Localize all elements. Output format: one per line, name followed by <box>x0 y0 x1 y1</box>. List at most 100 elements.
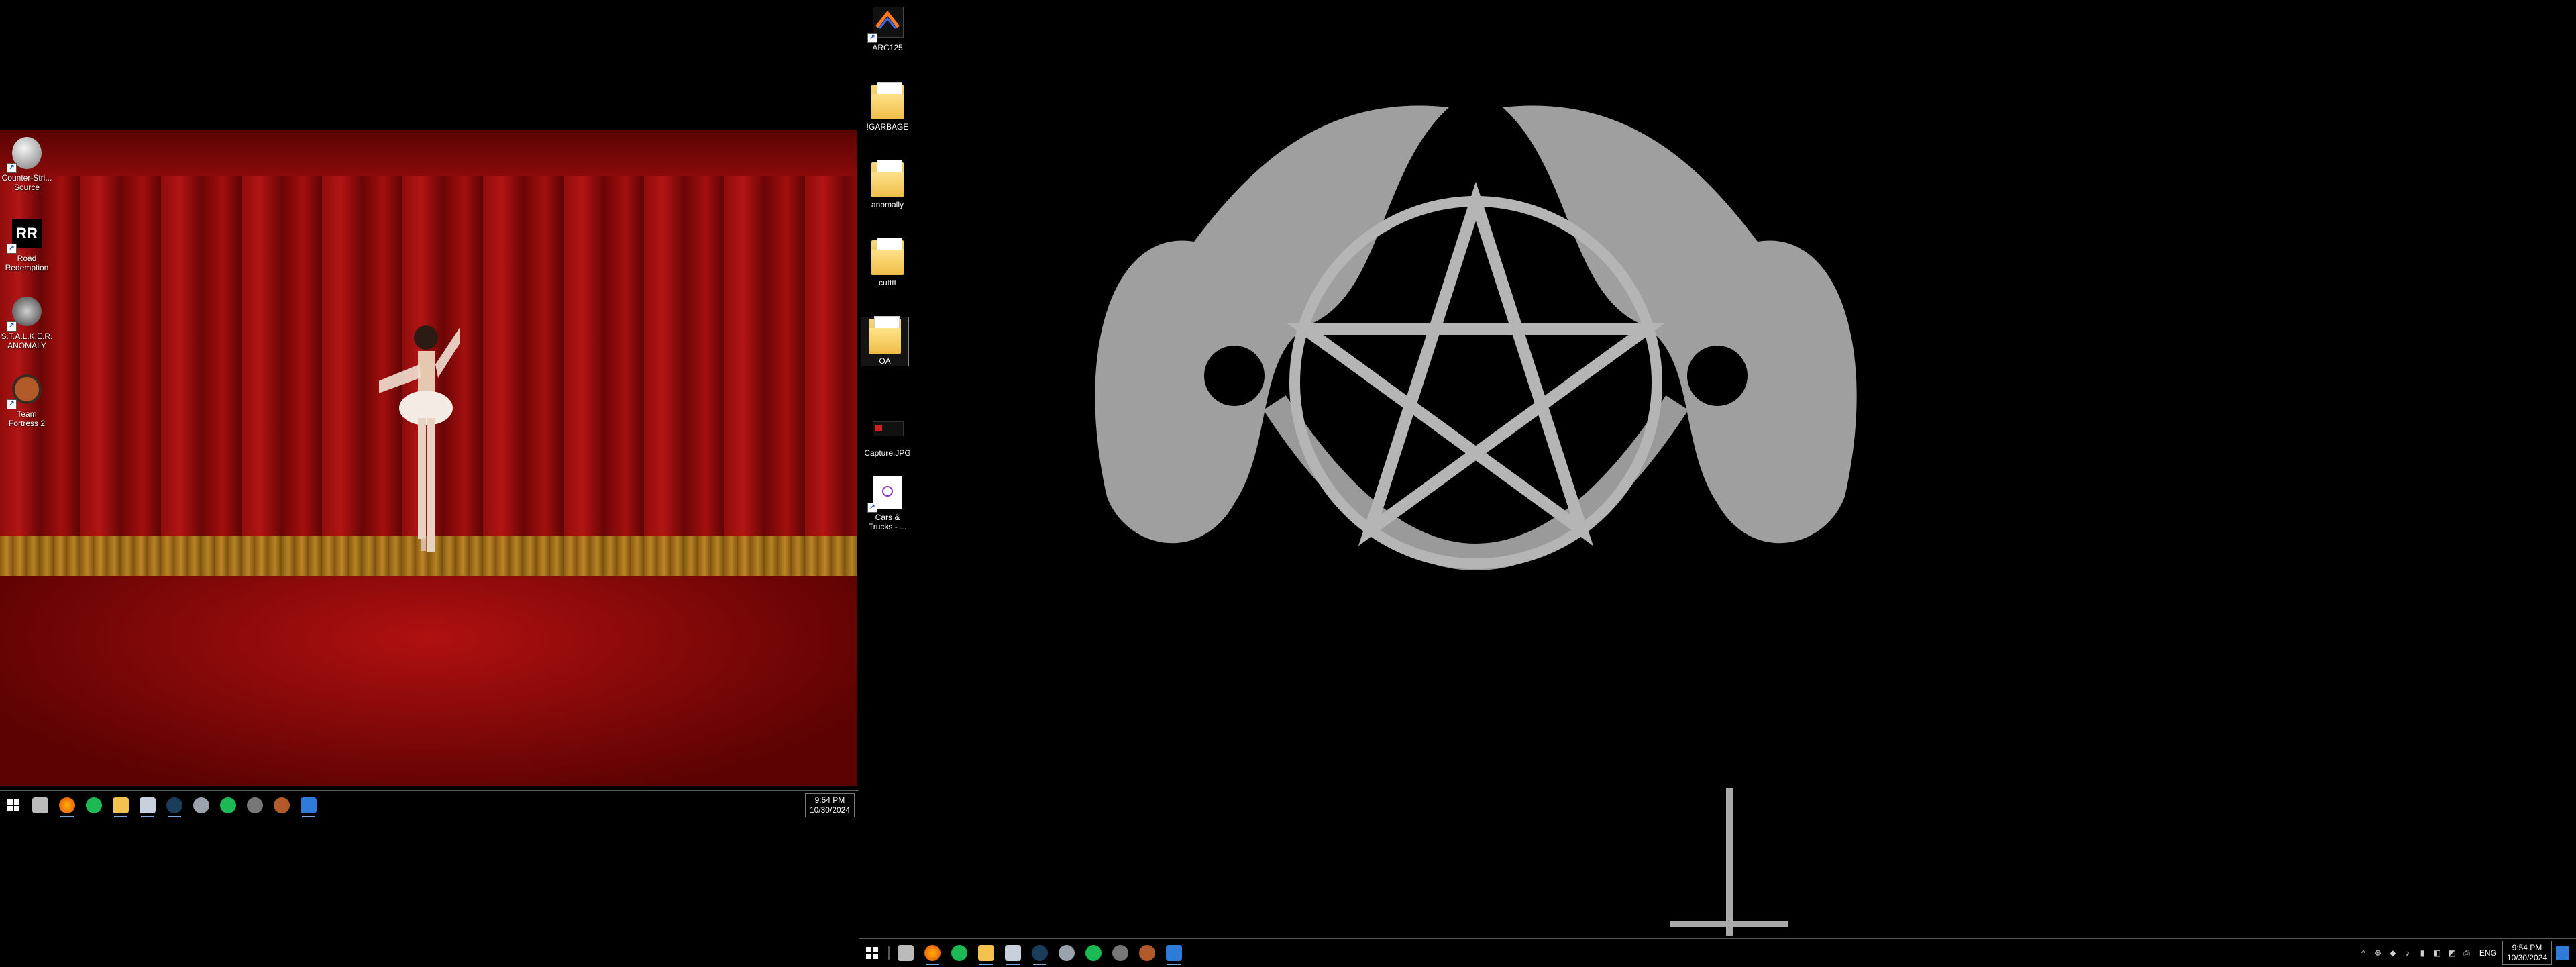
shortcut-arrow-icon: ↗ <box>7 399 17 409</box>
shortcut-arrow-icon: ↗ <box>867 503 877 513</box>
tray-device-icon[interactable]: ⎙ <box>2459 948 2474 958</box>
tray-overflow-chevron-icon[interactable]: ^ <box>2356 948 2371 958</box>
spotify-icon <box>1085 945 1102 961</box>
desktop-icon-oa-folder[interactable]: OA <box>861 316 909 366</box>
tray-network-icon[interactable]: ◩ <box>2445 948 2459 958</box>
right-monitor: ↗ ARC125 !GARBAGE anomally cutttt OA Cap… <box>859 0 2576 967</box>
inverted-cross <box>1670 788 1788 936</box>
desktop-icon-capture-jpg[interactable]: Capture.JPG <box>861 409 914 458</box>
desktop-icon-anomally-folder[interactable]: anomally <box>861 160 914 209</box>
arc-icon: ↗ <box>867 4 906 43</box>
taskbar-app-firefox[interactable] <box>54 792 80 819</box>
taskbar-clock[interactable]: 9:54 PM 10/30/2024 <box>2502 941 2552 965</box>
icon-label: cutttt <box>878 278 896 287</box>
taskbar-app-firefox[interactable] <box>919 939 946 966</box>
desktop-icon-stalker-anomaly[interactable]: ↗ S.T.A.L.K.E.R. ANOMALY <box>0 293 54 350</box>
folder-icon <box>869 238 906 276</box>
editor-icon <box>301 797 317 813</box>
taskbar-app-drive[interactable] <box>27 792 54 819</box>
icon-label: !GARBAGE <box>866 122 909 132</box>
game-controller-icon <box>1059 945 1075 961</box>
icon-label: Team Fortress 2 <box>8 409 45 428</box>
drive-icon <box>898 945 914 961</box>
stalker-anomaly-icon: ↗ <box>7 293 46 332</box>
windows-logo-icon <box>7 799 19 811</box>
taskbar-app-steam[interactable] <box>1026 939 1053 966</box>
taskbar-app-spotify[interactable] <box>80 792 107 819</box>
taskbar-app-cloud[interactable] <box>134 792 161 819</box>
shortcut-arrow-icon: ↗ <box>867 33 877 43</box>
tray-steam-icon[interactable]: ◆ <box>2385 948 2400 958</box>
desktop-icon-cutttt-folder[interactable]: cutttt <box>861 238 914 287</box>
taskbar-app-anomaly[interactable] <box>1107 939 1134 966</box>
icon-label: S.T.A.L.K.E.R. ANOMALY <box>1 332 53 350</box>
taskbar-app-editor[interactable] <box>1161 939 1187 966</box>
wallpaper-goat-skulls-pentagram <box>1095 105 1857 570</box>
tf2-icon <box>274 797 290 813</box>
desktop-icon-arc125[interactable]: ↗ ARC125 <box>861 4 914 52</box>
notification-icon[interactable] <box>2556 946 2569 960</box>
taskbar-app-steam[interactable] <box>161 792 188 819</box>
taskbar-app-controller[interactable] <box>188 792 215 819</box>
taskbar-app-spotify[interactable] <box>946 939 973 966</box>
spotify-icon <box>220 797 236 813</box>
desktop-icon-road-redemption[interactable]: RR ↗ Road Redemption <box>0 215 54 272</box>
icon-label: Cars & Trucks - ... <box>868 513 907 531</box>
taskbar-app-tf2[interactable] <box>268 792 295 819</box>
taskbar-app-cloud[interactable] <box>1000 939 1026 966</box>
tray-battery-icon[interactable]: ▮ <box>2415 948 2430 958</box>
road-redemption-icon: RR ↗ <box>7 215 46 254</box>
language-indicator[interactable]: ENG <box>2479 948 2497 958</box>
folder-icon <box>866 316 904 355</box>
taskbar-app-editor[interactable] <box>295 792 322 819</box>
game-controller-icon <box>193 797 209 813</box>
curtain-valance <box>0 130 857 176</box>
clock-date: 10/30/2024 <box>2506 953 2547 962</box>
steam-icon <box>166 797 182 813</box>
taskbar-app-drive[interactable] <box>892 939 919 966</box>
taskbar-app-spotify-2[interactable] <box>215 792 241 819</box>
taskbar-app-controller[interactable] <box>1053 939 1080 966</box>
dancer-figure <box>379 325 460 552</box>
shortcut-file-icon: ↗ <box>867 474 906 513</box>
shortcut-arrow-icon: ↗ <box>7 244 17 254</box>
taskbar-app-tf2[interactable] <box>1134 939 1161 966</box>
icon-label: ARC125 <box>872 43 903 52</box>
desktop-icon-cars-trucks[interactable]: ↗ Cars & Trucks - ... <box>861 474 914 531</box>
anomaly-icon <box>1112 945 1128 961</box>
windows-logo-icon <box>866 947 878 959</box>
start-button[interactable] <box>0 792 27 819</box>
icon-label: anomally <box>871 200 904 209</box>
taskbar-clock[interactable]: 9:54 PM 10/30/2024 <box>804 793 855 817</box>
tray-display-icon[interactable]: ◧ <box>2430 948 2445 958</box>
steam-icon <box>1032 945 1048 961</box>
folder-icon <box>869 160 906 199</box>
tray-settings-icon[interactable]: ⚙ <box>2371 948 2385 958</box>
taskbar-separator <box>888 946 890 960</box>
desktop-icon-garbage-folder[interactable]: !GARBAGE <box>861 82 914 132</box>
start-button[interactable] <box>859 939 885 966</box>
icon-label: Capture.JPG <box>864 448 911 458</box>
icon-label: Road Redemption <box>5 254 49 272</box>
icon-label: Counter-Stri... Source <box>1 173 52 192</box>
taskbar-app-anomaly[interactable] <box>241 792 268 819</box>
shortcut-arrow-icon: ↗ <box>7 163 17 173</box>
tray-volume-icon[interactable]: ♪ <box>2400 948 2415 958</box>
desktop-icon-team-fortress-2[interactable]: ↗ Team Fortress 2 <box>0 370 54 428</box>
taskbar-app-spotify-2[interactable] <box>1080 939 1107 966</box>
tf2-icon <box>1139 945 1155 961</box>
folder-icon <box>113 797 129 813</box>
cloud-icon <box>140 797 156 813</box>
cloud-icon <box>1005 945 1021 961</box>
shortcut-arrow-icon: ↗ <box>7 321 17 332</box>
folder-icon <box>869 82 906 121</box>
clock-time: 9:54 PM <box>814 795 845 805</box>
taskbar-app-explorer[interactable] <box>973 939 1000 966</box>
firefox-icon <box>924 945 941 961</box>
clock-date: 10/30/2024 <box>809 805 850 815</box>
taskbar-right: ^ ⚙ ◆ ♪ ▮ ◧ ◩ ⎙ ENG 9:54 PM 10/30/2024 <box>859 938 2576 967</box>
desktop-icon-counter-strike[interactable]: ↗ Counter-Stri... Source <box>0 134 54 192</box>
editor-icon <box>1166 945 1182 961</box>
taskbar-app-explorer[interactable] <box>107 792 134 819</box>
folder-icon <box>978 945 994 961</box>
